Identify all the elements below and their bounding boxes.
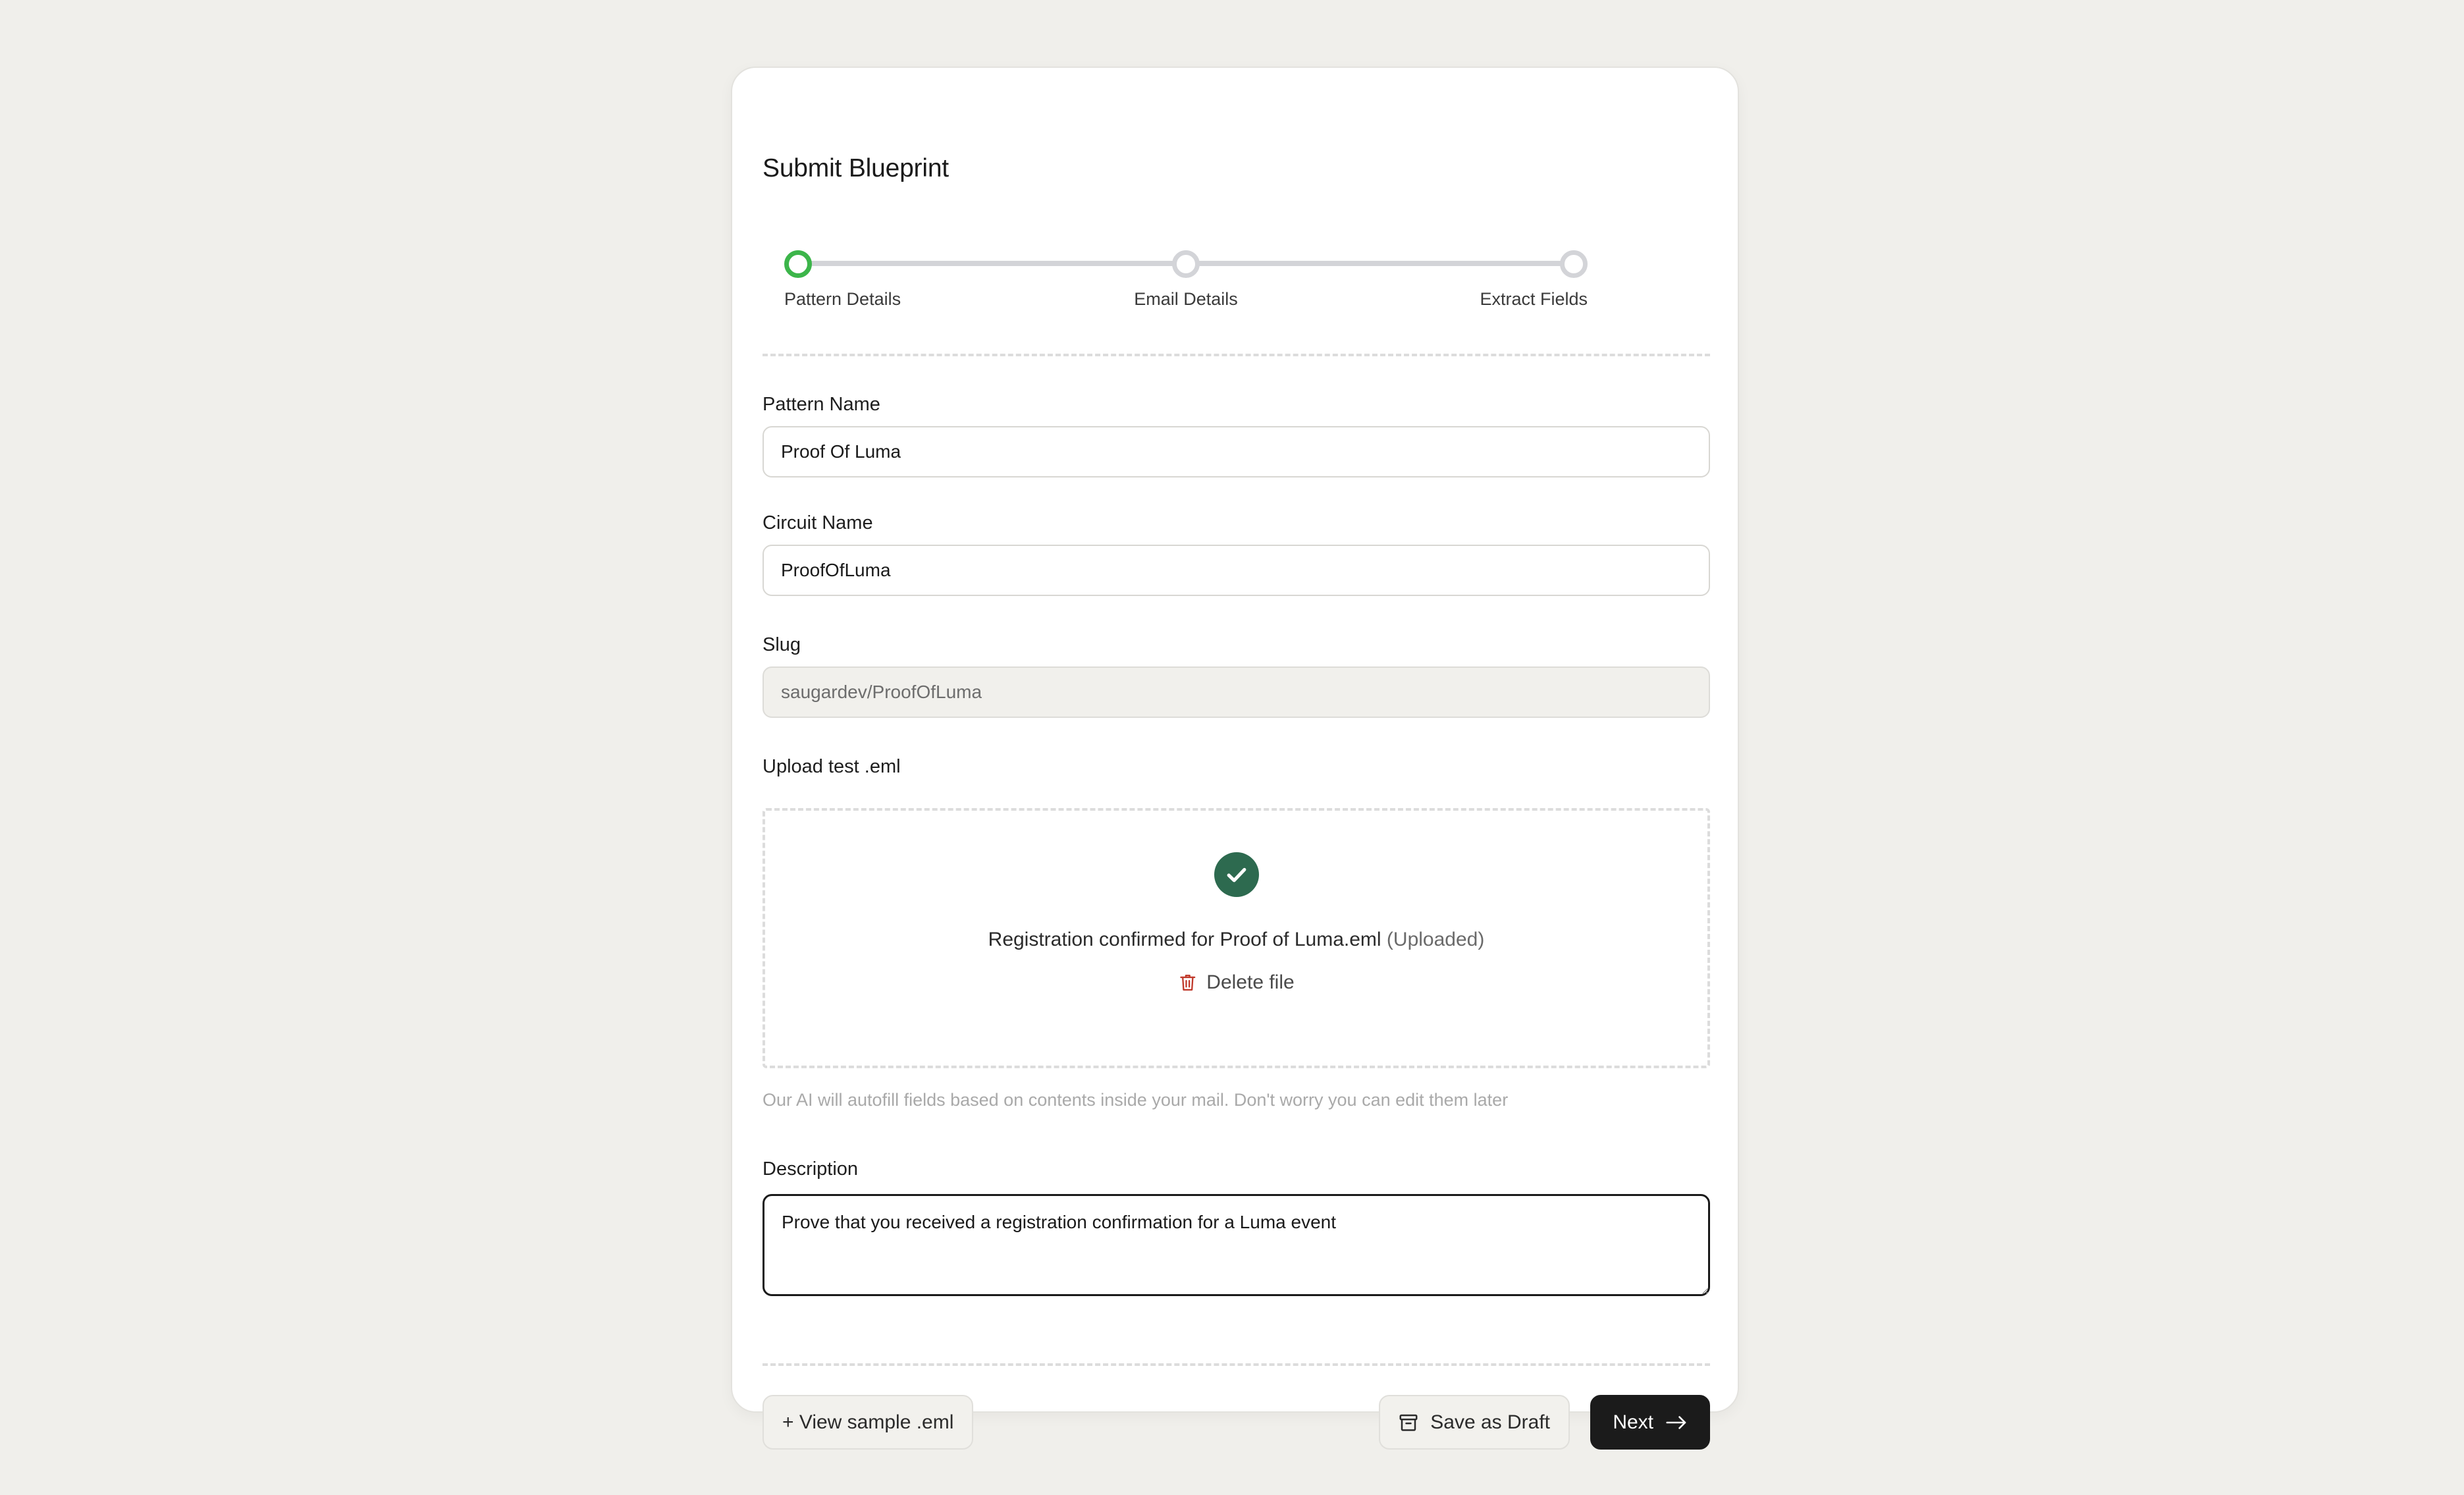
pattern-name-label: Pattern Name: [763, 394, 880, 415]
autofill-helper-text: Our AI will autofill fields based on con…: [763, 1090, 1509, 1110]
pattern-name-input[interactable]: [763, 426, 1710, 477]
save-as-draft-label: Save as Draft: [1430, 1411, 1550, 1433]
app-background: Submit Blueprint Pattern Details Email D…: [0, 0, 2464, 1495]
description-textarea[interactable]: [763, 1194, 1710, 1296]
check-circle-icon: [1214, 852, 1259, 897]
archive-icon: [1399, 1414, 1418, 1431]
stepper-step-label: Pattern Details: [784, 289, 901, 309]
delete-file-button[interactable]: Delete file: [1178, 971, 1295, 994]
uploaded-filename-text: Registration confirmed for Proof of Luma…: [988, 929, 1381, 950]
eml-dropzone[interactable]: Registration confirmed for Proof of Luma…: [763, 808, 1710, 1068]
uploaded-filename: Registration confirmed for Proof of Luma…: [988, 928, 1485, 952]
view-sample-eml-button[interactable]: + View sample .eml: [763, 1395, 974, 1450]
description-label: Description: [763, 1158, 859, 1180]
trash-icon: [1179, 975, 1195, 991]
section-divider-bottom: [763, 1363, 1710, 1366]
arrow-right-icon: [1666, 1415, 1686, 1429]
slug-label: Slug: [763, 634, 801, 655]
stepper-step-label: Email Details: [1134, 289, 1238, 309]
slug-input: [763, 666, 1710, 718]
delete-file-label: Delete file: [1206, 971, 1295, 993]
card-content: Submit Blueprint Pattern Details Email D…: [763, 68, 1710, 1450]
upload-eml-label: Upload test .eml: [763, 756, 901, 777]
submit-blueprint-card: Submit Blueprint Pattern Details Email D…: [731, 67, 1739, 1450]
step-dot-icon: [784, 250, 812, 278]
save-as-draft-button[interactable]: Save as Draft: [1379, 1395, 1570, 1450]
step-dot-icon: [1560, 250, 1588, 278]
page-title: Submit Blueprint: [763, 154, 949, 182]
circuit-name-input[interactable]: [763, 545, 1710, 596]
next-button[interactable]: Next: [1590, 1395, 1710, 1450]
step-dot-icon: [1172, 250, 1200, 278]
section-divider-top: [763, 354, 1710, 356]
uploaded-status-tag: (Uploaded): [1381, 929, 1485, 950]
stepper-step-label: Extract Fields: [1480, 289, 1588, 309]
progress-stepper: Pattern Details Email Details Extract Fi…: [763, 246, 1710, 318]
circuit-name-label: Circuit Name: [763, 512, 873, 533]
card-footer: + View sample .eml Save as Draft Next: [763, 1395, 1710, 1467]
next-button-label: Next: [1613, 1411, 1653, 1433]
